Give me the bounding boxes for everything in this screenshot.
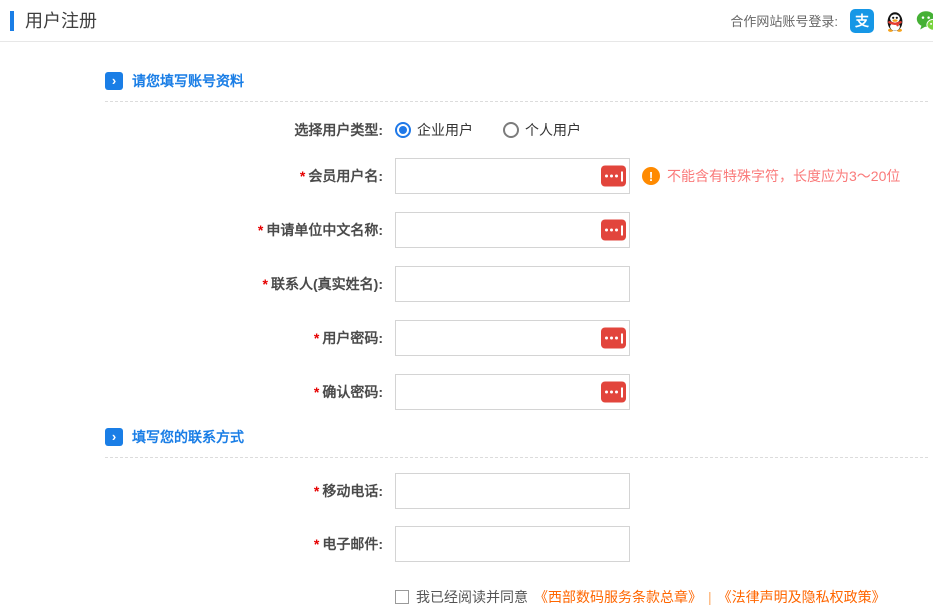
section-account-header: › 请您填写账号资料	[105, 72, 933, 90]
required-marker: *	[263, 276, 268, 292]
contact-person-row: *联系人(真实姓名):	[0, 266, 933, 302]
agreement-text: 我已经阅读并同意	[416, 587, 528, 607]
agreement-row: 我已经阅读并同意 《西部数码服务条款总章》 | 《法律声明及隐私权政策》	[395, 587, 933, 607]
password-label: *用户密码:	[0, 328, 383, 348]
radio-enterprise-user[interactable]: 企业用户	[395, 120, 473, 140]
radio-enterprise-label: 企业用户	[417, 120, 473, 140]
username-control	[395, 158, 630, 194]
dashed-divider	[105, 457, 928, 458]
radio-enterprise-circle[interactable]	[395, 122, 411, 138]
confirm-password-row: *确认密码:	[0, 374, 933, 410]
password-row: *用户密码:	[0, 320, 933, 356]
agreement-checkbox[interactable]	[395, 590, 409, 604]
mobile-row: *移动电话:	[0, 473, 933, 509]
page-header: 用户注册 合作网站账号登录: 支	[0, 0, 933, 42]
required-marker: *	[314, 536, 319, 552]
username-validation-message: ! 不能含有特殊字符，长度应为3～20位	[642, 166, 900, 186]
email-label: *电子邮件:	[0, 534, 383, 554]
section-arrow-icon: ›	[105, 428, 123, 446]
section-arrow-icon: ›	[105, 72, 123, 90]
password-control	[395, 320, 630, 356]
company-name-label: *申请单位中文名称:	[0, 220, 383, 240]
page-title: 用户注册	[10, 11, 97, 31]
confirm-password-input[interactable]	[395, 374, 630, 410]
company-name-control	[395, 212, 630, 248]
form-fill-extension-icon[interactable]	[601, 166, 626, 187]
radio-individual-circle[interactable]	[503, 122, 519, 138]
required-marker: *	[314, 384, 319, 400]
company-name-row: *申请单位中文名称:	[0, 212, 933, 248]
contact-person-label: *联系人(真实姓名):	[0, 274, 383, 294]
user-type-options: 企业用户 个人用户	[395, 120, 581, 140]
alipay-login-icon[interactable]: 支	[850, 9, 874, 33]
mobile-input[interactable]	[395, 473, 630, 509]
required-marker: *	[258, 222, 263, 238]
mobile-label: *移动电话:	[0, 481, 383, 501]
link-separator: |	[708, 589, 712, 605]
required-marker: *	[314, 483, 319, 499]
section-contact-header: › 填写您的联系方式	[105, 428, 933, 446]
partner-login-label: 合作网站账号登录:	[730, 11, 838, 30]
company-name-input[interactable]	[395, 212, 630, 248]
privacy-policy-link[interactable]: 《法律声明及隐私权政策》	[718, 587, 886, 607]
email-input[interactable]	[395, 526, 630, 562]
email-control	[395, 526, 630, 562]
partner-login-area: 合作网站账号登录: 支	[730, 9, 933, 33]
username-row: *会员用户名: ! 不能含有特殊字符，长度应为3～20位	[0, 158, 933, 194]
form-fill-extension-icon[interactable]	[601, 328, 626, 349]
registration-form: › 请您填写账号资料 选择用户类型: 企业用户 个人用户 *会员用户名:	[0, 42, 933, 607]
dashed-divider	[105, 101, 928, 102]
form-fill-extension-icon[interactable]	[601, 220, 626, 241]
contact-person-input[interactable]	[395, 266, 630, 302]
section-account-title: 请您填写账号资料	[132, 71, 244, 91]
radio-individual-label: 个人用户	[525, 120, 581, 140]
user-type-label: 选择用户类型:	[0, 120, 383, 140]
partner-login-icons: 支	[850, 9, 933, 33]
contact-person-control	[395, 266, 630, 302]
email-row: *电子邮件:	[0, 526, 933, 562]
password-input[interactable]	[395, 320, 630, 356]
username-label: *会员用户名:	[0, 166, 383, 186]
required-marker: *	[300, 168, 305, 184]
confirm-password-label: *确认密码:	[0, 382, 383, 402]
terms-of-service-link[interactable]: 《西部数码服务条款总章》	[534, 587, 702, 607]
username-input[interactable]	[395, 158, 630, 194]
username-error-text: 不能含有特殊字符，长度应为3～20位	[667, 166, 900, 186]
confirm-password-control	[395, 374, 630, 410]
warning-icon: !	[642, 167, 660, 185]
registration-page: 用户注册 合作网站账号登录: 支	[0, 0, 933, 613]
form-fill-extension-icon[interactable]	[601, 382, 626, 403]
section-contact-title: 填写您的联系方式	[132, 427, 244, 447]
required-marker: *	[314, 330, 319, 346]
qq-login-icon[interactable]	[883, 9, 907, 33]
radio-individual-user[interactable]: 个人用户	[503, 120, 581, 140]
user-type-row: 选择用户类型: 企业用户 个人用户	[0, 112, 933, 148]
mobile-control	[395, 473, 630, 509]
wechat-login-icon[interactable]	[916, 9, 933, 33]
